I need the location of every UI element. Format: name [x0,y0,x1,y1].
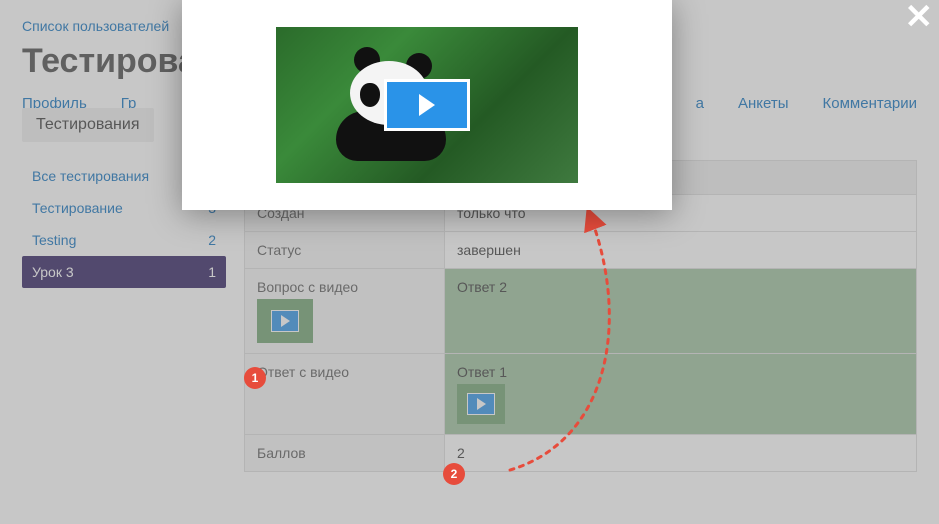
annotation-marker-1: 1 [244,367,266,389]
play-icon [384,79,470,131]
annotation-marker-2: 2 [443,463,465,485]
close-icon[interactable]: ✕ [905,0,934,34]
video-player[interactable] [276,27,578,183]
video-modal [182,0,672,210]
